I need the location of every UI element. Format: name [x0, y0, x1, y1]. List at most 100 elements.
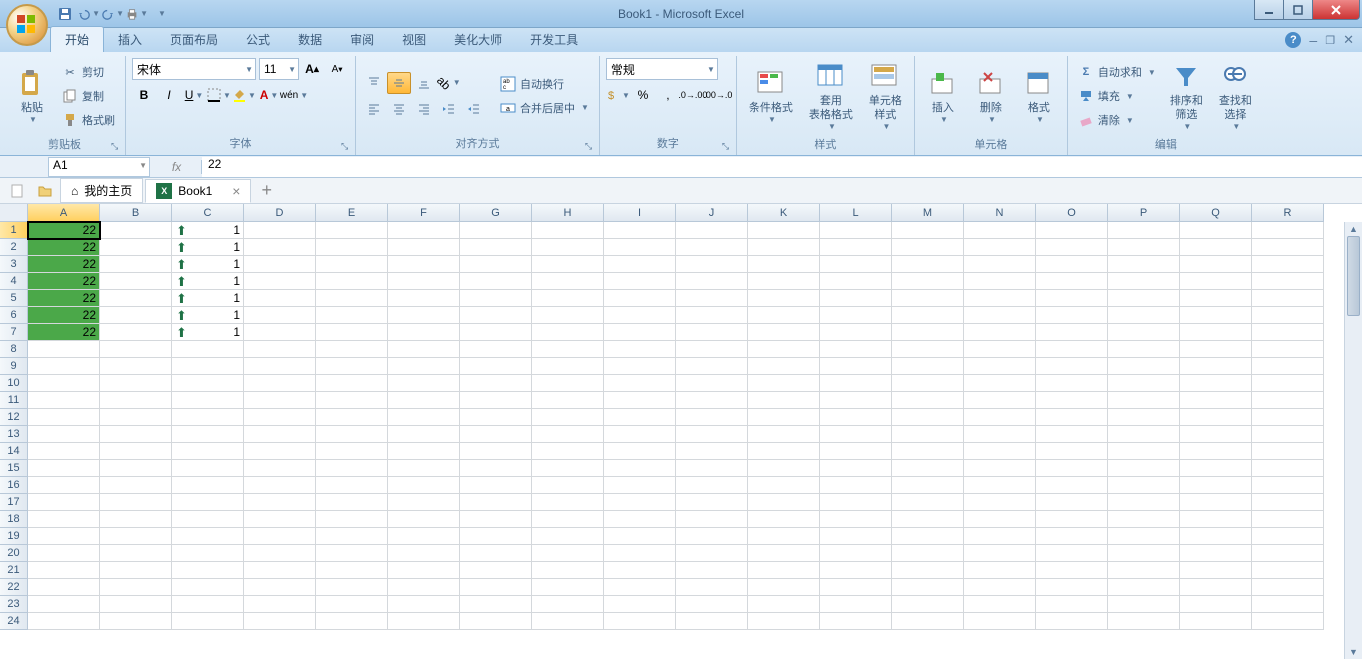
cell-E5[interactable] — [316, 290, 388, 307]
cell-C7[interactable]: ⬆1 — [172, 324, 244, 341]
row-header-15[interactable]: 15 — [0, 460, 28, 477]
cell-P6[interactable] — [1108, 307, 1180, 324]
cell-R23[interactable] — [1252, 596, 1324, 613]
cell-L13[interactable] — [820, 426, 892, 443]
cell-G6[interactable] — [460, 307, 532, 324]
cell-D2[interactable] — [244, 239, 316, 256]
tab-formulas[interactable]: 公式 — [232, 27, 284, 52]
cell-E22[interactable] — [316, 579, 388, 596]
cell-O15[interactable] — [1036, 460, 1108, 477]
cell-R6[interactable] — [1252, 307, 1324, 324]
percent-button[interactable]: % — [631, 84, 655, 106]
cell-E24[interactable] — [316, 613, 388, 630]
cell-G13[interactable] — [460, 426, 532, 443]
cell-R5[interactable] — [1252, 290, 1324, 307]
row-header-2[interactable]: 2 — [0, 239, 28, 256]
cell-H13[interactable] — [532, 426, 604, 443]
cell-P18[interactable] — [1108, 511, 1180, 528]
cell-J7[interactable] — [676, 324, 748, 341]
cell-F7[interactable] — [388, 324, 460, 341]
cell-J20[interactable] — [676, 545, 748, 562]
cell-K22[interactable] — [748, 579, 820, 596]
cell-J6[interactable] — [676, 307, 748, 324]
cell-C19[interactable] — [172, 528, 244, 545]
cell-M23[interactable] — [892, 596, 964, 613]
cell-F9[interactable] — [388, 358, 460, 375]
cell-P5[interactable] — [1108, 290, 1180, 307]
cell-G12[interactable] — [460, 409, 532, 426]
cell-L3[interactable] — [820, 256, 892, 273]
cell-N7[interactable] — [964, 324, 1036, 341]
cell-L10[interactable] — [820, 375, 892, 392]
cell-A4[interactable]: 22 — [28, 273, 100, 290]
cell-L1[interactable] — [820, 222, 892, 239]
scroll-thumb[interactable] — [1347, 236, 1360, 316]
cell-R3[interactable] — [1252, 256, 1324, 273]
cell-L12[interactable] — [820, 409, 892, 426]
cell-B23[interactable] — [100, 596, 172, 613]
col-header-B[interactable]: B — [100, 204, 172, 222]
cell-R13[interactable] — [1252, 426, 1324, 443]
table-format-button[interactable]: 套用 表格格式▼ — [803, 58, 859, 134]
tab-page-layout[interactable]: 页面布局 — [156, 27, 232, 52]
cell-K21[interactable] — [748, 562, 820, 579]
cell-E13[interactable] — [316, 426, 388, 443]
cell-I21[interactable] — [604, 562, 676, 579]
col-header-P[interactable]: P — [1108, 204, 1180, 222]
tab-developer[interactable]: 开发工具 — [516, 27, 592, 52]
cell-A21[interactable] — [28, 562, 100, 579]
cell-H22[interactable] — [532, 579, 604, 596]
cell-O18[interactable] — [1036, 511, 1108, 528]
find-select-button[interactable]: 查找和 选择▼ — [1213, 58, 1258, 134]
cell-Q22[interactable] — [1180, 579, 1252, 596]
row-header-4[interactable]: 4 — [0, 273, 28, 290]
cell-J9[interactable] — [676, 358, 748, 375]
decrease-font-button[interactable]: A▾ — [325, 58, 349, 80]
cell-F10[interactable] — [388, 375, 460, 392]
cell-M6[interactable] — [892, 307, 964, 324]
cell-I7[interactable] — [604, 324, 676, 341]
cell-O12[interactable] — [1036, 409, 1108, 426]
cell-N10[interactable] — [964, 375, 1036, 392]
cell-O20[interactable] — [1036, 545, 1108, 562]
cell-D13[interactable] — [244, 426, 316, 443]
cell-H16[interactable] — [532, 477, 604, 494]
cell-Q23[interactable] — [1180, 596, 1252, 613]
cell-J14[interactable] — [676, 443, 748, 460]
cell-O14[interactable] — [1036, 443, 1108, 460]
cell-Q9[interactable] — [1180, 358, 1252, 375]
col-header-J[interactable]: J — [676, 204, 748, 222]
sort-filter-button[interactable]: 排序和 筛选▼ — [1164, 58, 1209, 134]
cell-J5[interactable] — [676, 290, 748, 307]
cell-D5[interactable] — [244, 290, 316, 307]
cell-R22[interactable] — [1252, 579, 1324, 596]
cell-P13[interactable] — [1108, 426, 1180, 443]
decrease-decimal-button[interactable]: .00→.0 — [706, 84, 730, 106]
cell-Q14[interactable] — [1180, 443, 1252, 460]
tab-view[interactable]: 视图 — [388, 27, 440, 52]
cell-A12[interactable] — [28, 409, 100, 426]
cell-K6[interactable] — [748, 307, 820, 324]
col-header-F[interactable]: F — [388, 204, 460, 222]
tab-home[interactable]: 开始 — [50, 26, 104, 52]
cell-M24[interactable] — [892, 613, 964, 630]
col-header-G[interactable]: G — [460, 204, 532, 222]
redo-button[interactable]: ▼ — [102, 3, 124, 25]
cell-H14[interactable] — [532, 443, 604, 460]
cell-L15[interactable] — [820, 460, 892, 477]
cell-A1[interactable]: 22 — [28, 222, 100, 239]
cell-A8[interactable] — [28, 341, 100, 358]
decrease-indent-button[interactable] — [437, 98, 461, 120]
cell-J13[interactable] — [676, 426, 748, 443]
maximize-button[interactable] — [1283, 0, 1313, 20]
cell-N18[interactable] — [964, 511, 1036, 528]
cell-Q6[interactable] — [1180, 307, 1252, 324]
col-header-E[interactable]: E — [316, 204, 388, 222]
row-header-9[interactable]: 9 — [0, 358, 28, 375]
cell-H15[interactable] — [532, 460, 604, 477]
cell-M3[interactable] — [892, 256, 964, 273]
cell-Q7[interactable] — [1180, 324, 1252, 341]
cell-K11[interactable] — [748, 392, 820, 409]
doc-tab-book1[interactable]: XBook1× — [145, 179, 251, 203]
cell-B14[interactable] — [100, 443, 172, 460]
